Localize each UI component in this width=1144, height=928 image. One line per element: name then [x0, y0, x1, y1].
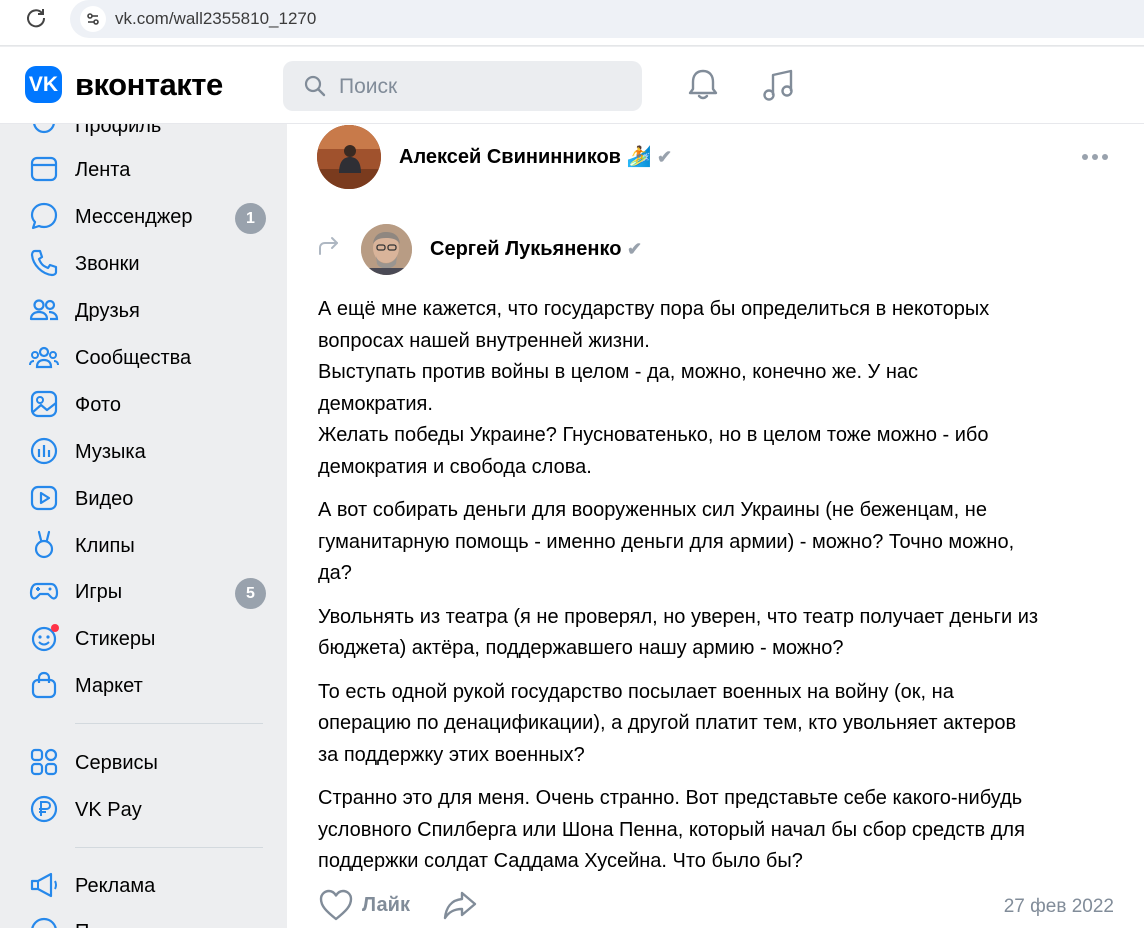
games-badge: 5 — [235, 578, 266, 609]
site-header: VK вконтакте Поиск — [0, 47, 1144, 124]
share-icon[interactable] — [442, 888, 478, 922]
sidebar-item-vkpay[interactable]: VK Pay — [0, 790, 286, 830]
post-author-name[interactable]: Алексей Свининников 🏄 ✔ — [399, 144, 672, 169]
sidebar-item-stickers[interactable]: Стикеры — [0, 619, 286, 659]
sidebar-item-label: Друзья — [75, 300, 140, 322]
post-text: А ещё мне кажется, что государству пора … — [318, 294, 1118, 890]
post-date[interactable]: 27 фев 2022 — [1004, 896, 1114, 918]
sidebar-item-friends[interactable]: Друзья — [0, 291, 286, 331]
search-placeholder: Поиск — [339, 75, 398, 98]
post-footer: Лайк 27 фев 2022 — [318, 886, 1118, 926]
sidebar-item-games[interactable]: Игры 5 — [0, 572, 286, 612]
url-text[interactable]: vk.com/wall2355810_1270 — [115, 9, 316, 29]
sidebar-item-services[interactable]: Сервисы — [0, 743, 286, 783]
sidebar-item-ads[interactable]: Реклама — [0, 866, 286, 906]
photo-icon — [30, 390, 58, 418]
market-icon — [31, 671, 57, 699]
sidebar-item-label: Стикеры — [75, 628, 156, 650]
sidebar-item-label: Профиль — [75, 124, 162, 137]
sidebar-item-help[interactable]: П — [0, 912, 286, 928]
sidebar-item-label: VK Pay — [75, 799, 142, 821]
notifications-bell-icon[interactable] — [686, 67, 720, 103]
sidebar-item-label: Реклама — [75, 875, 156, 897]
sidebar-item-label: Видео — [75, 488, 134, 510]
logo-text[interactable]: вконтакте — [75, 67, 223, 103]
games-icon — [29, 582, 59, 600]
site-settings-icon[interactable] — [80, 6, 106, 32]
sidebar-item-photo[interactable]: Фото — [0, 385, 286, 425]
services-icon — [30, 748, 58, 776]
post-paragraph: То есть одной рукой государство посылает… — [318, 680, 1017, 766]
sidebar-item-music[interactable]: Музыка — [0, 432, 286, 472]
communities-icon — [29, 346, 59, 369]
sidebar-item-label: Звонки — [75, 253, 140, 275]
wall-post: Алексей Свининников 🏄 ✔ Сергей Лукьяненк… — [287, 124, 1144, 928]
music-icon — [30, 437, 58, 465]
phone-icon — [30, 249, 58, 277]
sidebar-item-profile[interactable]: Профиль — [0, 124, 286, 146]
surfer-emoji-icon: 🏄 — [626, 146, 652, 168]
help-icon — [31, 917, 57, 928]
vk-logo[interactable]: VK — [25, 66, 62, 103]
video-icon — [30, 485, 58, 511]
sidebar-item-clips[interactable]: Клипы — [0, 526, 286, 566]
sidebar-item-label: Сервисы — [75, 752, 158, 774]
sidebar-item-label: Маркет — [75, 675, 143, 697]
verified-check-icon: ✔ — [657, 147, 673, 167]
address-bar[interactable]: vk.com/wall2355810_1270 — [70, 0, 1144, 38]
profile-icon — [33, 124, 55, 134]
repost-arrow-icon — [319, 237, 338, 255]
left-sidebar: Профиль Лента Мессенджер 1 Звонки Друзья… — [0, 124, 286, 928]
sidebar-item-calls[interactable]: Звонки — [0, 244, 286, 284]
sidebar-item-label: Музыка — [75, 441, 146, 463]
sidebar-item-feed[interactable]: Лента — [0, 150, 286, 190]
sidebar-item-video[interactable]: Видео — [0, 479, 286, 519]
sidebar-item-label: Сообщества — [75, 347, 192, 369]
browser-toolbar: vk.com/wall2355810_1270 — [0, 0, 1144, 46]
music-note-icon[interactable] — [760, 67, 796, 103]
megaphone-icon — [30, 872, 57, 898]
unread-badge: 1 — [235, 203, 266, 234]
post-paragraph: Увольнять из театра (я не проверял, но у… — [318, 605, 1039, 660]
sidebar-item-communities[interactable]: Сообщества — [0, 338, 286, 378]
search-icon — [304, 75, 326, 97]
heart-icon — [319, 889, 353, 921]
sidebar-divider — [75, 847, 263, 848]
feed-icon — [30, 156, 58, 182]
sidebar-divider — [75, 723, 263, 724]
sidebar-item-market[interactable]: Маркет — [0, 666, 286, 706]
sidebar-item-label: Клипы — [75, 535, 135, 557]
sidebar-item-label: Фото — [75, 394, 121, 416]
more-options-icon[interactable] — [1081, 152, 1109, 162]
sidebar-item-messenger[interactable]: Мессенджер 1 — [0, 197, 286, 237]
search-input[interactable]: Поиск — [283, 61, 642, 111]
stickers-icon — [31, 624, 59, 652]
post-paragraph: Странно это для меня. Очень странно. Вот… — [318, 787, 1025, 872]
reload-icon[interactable] — [24, 6, 48, 30]
sidebar-item-label: Мессенджер — [75, 206, 193, 228]
sidebar-item-label: Лента — [75, 159, 131, 181]
author-name-text[interactable]: Алексей Свининников — [399, 146, 621, 168]
post-paragraph: А ещё мне кажется, что государству пора … — [318, 298, 990, 478]
friends-icon — [29, 299, 59, 321]
verified-check-icon: ✔ — [627, 239, 643, 259]
repost-author-avatar[interactable] — [361, 224, 412, 275]
repost-author-text[interactable]: Сергей Лукьяненко — [430, 238, 621, 260]
messenger-icon — [30, 202, 58, 230]
like-label[interactable]: Лайк — [362, 894, 410, 917]
sidebar-item-label: Игры — [75, 581, 123, 603]
sidebar-item-label: П — [75, 921, 89, 928]
post-paragraph: А вот собирать деньги для вооруженных си… — [318, 499, 1015, 584]
clips-icon — [34, 530, 54, 559]
repost-author-name[interactable]: Сергей Лукьяненко ✔ — [430, 238, 642, 261]
author-avatar[interactable] — [317, 125, 381, 189]
vkpay-icon — [30, 795, 58, 823]
